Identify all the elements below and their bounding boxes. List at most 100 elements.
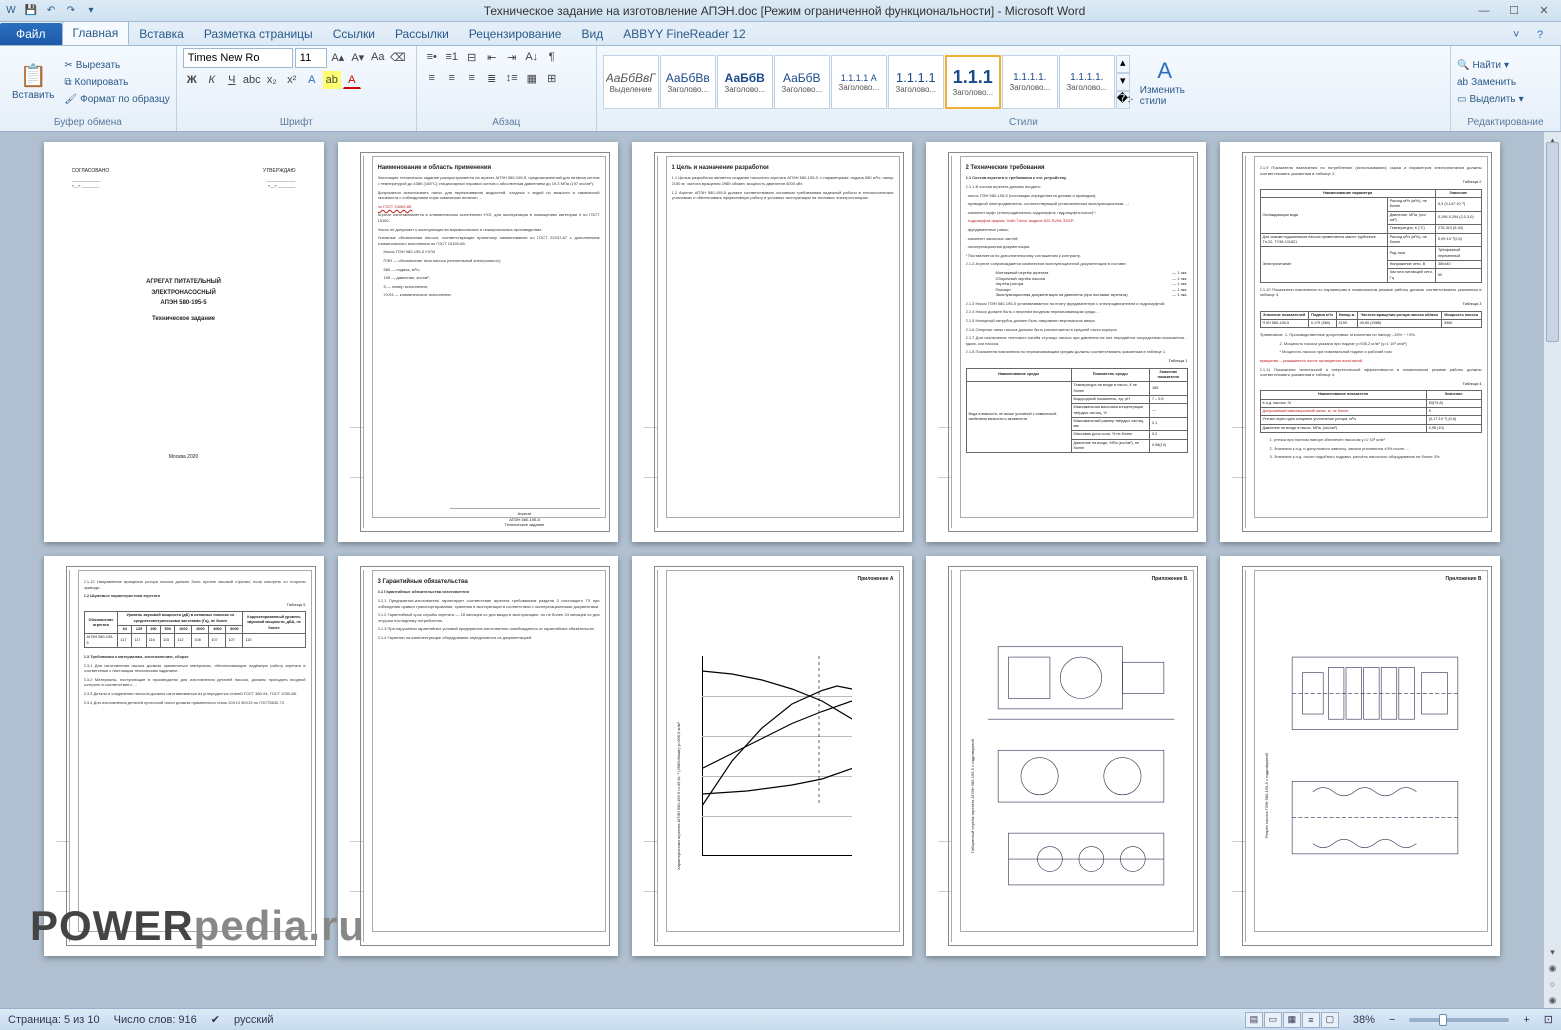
view-read-icon[interactable]: ▭ xyxy=(1264,1012,1282,1028)
style-item[interactable]: 1.1.1.1Заголово... xyxy=(888,55,944,109)
zoom-out-icon[interactable]: − xyxy=(1389,1014,1395,1026)
style-item[interactable]: 1.1.1.1.Заголово... xyxy=(1059,55,1115,109)
subscript-icon[interactable]: x₂ xyxy=(263,71,281,89)
view-web-icon[interactable]: ▦ xyxy=(1283,1012,1301,1028)
superscript-icon[interactable]: x² xyxy=(283,71,301,89)
replace-button[interactable]: abЗаменить xyxy=(1457,74,1524,90)
zoom-fit-icon[interactable]: ⊡ xyxy=(1544,1013,1553,1026)
style-item[interactable]: 1.1.1Заголово... xyxy=(945,55,1001,109)
align-left-icon[interactable]: ≡ xyxy=(423,69,441,87)
tab-mailings[interactable]: Рассылки xyxy=(385,23,459,45)
font-family-select[interactable]: Times New Ro xyxy=(183,48,293,68)
file-tab[interactable]: Файл xyxy=(0,23,62,45)
font-grow-icon[interactable]: A▴ xyxy=(329,48,347,66)
prev-page-icon[interactable]: ◉ xyxy=(1544,960,1561,976)
styles-scroll-up[interactable]: ▴ xyxy=(1116,55,1130,73)
align-justify-icon[interactable]: ≣ xyxy=(483,69,501,87)
save-icon[interactable]: 💾 xyxy=(22,2,40,20)
select-button[interactable]: ▭Выделить▾ xyxy=(1457,91,1524,107)
style-item[interactable]: 1.1.1.1.Заголово... xyxy=(1002,55,1058,109)
status-lang[interactable]: русский xyxy=(234,1014,273,1026)
indent-inc-icon[interactable]: ⇥ xyxy=(503,48,521,66)
sort-icon[interactable]: A↓ xyxy=(523,48,541,66)
numbering-icon[interactable]: ≡1 xyxy=(443,48,461,66)
borders-icon[interactable]: ⊞ xyxy=(543,69,561,87)
minimize-button[interactable]: — xyxy=(1469,1,1499,21)
styles-scroll-down[interactable]: ▾ xyxy=(1116,73,1130,91)
scroll-thumb[interactable] xyxy=(1546,142,1559,342)
tab-abbyy[interactable]: ABBYY FineReader 12 xyxy=(613,23,756,45)
styles-expand[interactable]: �჻ xyxy=(1116,91,1130,109)
scroll-down-icon[interactable]: ▾ xyxy=(1544,944,1561,960)
maximize-button[interactable]: ☐ xyxy=(1499,1,1529,21)
pilcrow-icon[interactable]: ¶ xyxy=(543,48,561,66)
multilevel-icon[interactable]: ⊟ xyxy=(463,48,481,66)
find-button[interactable]: 🔍Найти▾ xyxy=(1457,57,1524,73)
shading-icon[interactable]: ▦ xyxy=(523,69,541,87)
zoom-slider[interactable] xyxy=(1409,1018,1509,1022)
style-item[interactable]: 1.1.1.1 АЗаголово... xyxy=(831,55,887,109)
page-thumbnail[interactable]: 1 Цель и назначение разработки 1.1 Целью… xyxy=(632,142,912,542)
help-icon[interactable]: ? xyxy=(1537,29,1553,45)
page-thumbnail[interactable]: 2.1.12 Направление вращения ротора насос… xyxy=(44,556,324,956)
tab-view[interactable]: Вид xyxy=(571,23,613,45)
page-thumbnail[interactable]: 3 Гарантийные обязательства 3.1 Гарантий… xyxy=(338,556,618,956)
page-thumbnail[interactable]: Наименование и область применения Настоя… xyxy=(338,142,618,542)
status-words[interactable]: Число слов: 916 xyxy=(114,1014,197,1026)
ribbon-tab-strip: Файл Главная Вставка Разметка страницы С… xyxy=(0,22,1561,46)
page-thumbnail[interactable]: Приложение В Разрез насоса ПЭН 580-195-5… xyxy=(1220,556,1500,956)
change-case-icon[interactable]: Aa xyxy=(369,48,387,66)
tab-layout[interactable]: Разметка страницы xyxy=(194,23,323,45)
line-spacing-icon[interactable]: ↕≡ xyxy=(503,69,521,87)
style-item[interactable]: АаБбВЗаголово... xyxy=(774,55,830,109)
ribbon-minimize-icon[interactable]: ˅ xyxy=(1513,29,1529,45)
tab-review[interactable]: Рецензирование xyxy=(459,23,572,45)
strike-icon[interactable]: abc xyxy=(243,71,261,89)
style-item[interactable]: АаБбВвГВыделение xyxy=(603,55,659,109)
page-thumbnail[interactable]: 2.1.9 Показатели назначения по потреблен… xyxy=(1220,142,1500,542)
status-page[interactable]: Страница: 5 из 10 xyxy=(8,1014,100,1026)
italic-icon[interactable]: К xyxy=(203,71,221,89)
font-size-select[interactable]: 11 xyxy=(295,48,327,68)
styles-gallery[interactable]: АаБбВвГВыделение АаБбВвЗаголово... АаБбВ… xyxy=(603,55,1130,109)
bullets-icon[interactable]: ≡• xyxy=(423,48,441,66)
align-right-icon[interactable]: ≡ xyxy=(463,69,481,87)
view-draft-icon[interactable]: ▢ xyxy=(1321,1012,1339,1028)
document-canvas[interactable]: СОГЛАСОВАНО УТВЕРЖДАЮ __________________… xyxy=(0,132,1543,1008)
font-color-icon[interactable]: A xyxy=(343,71,361,89)
qat-dropdown-icon[interactable]: ▾ xyxy=(82,2,100,20)
close-button[interactable]: ✕ xyxy=(1529,1,1559,21)
next-page-icon[interactable]: ◉ xyxy=(1544,992,1561,1008)
format-painter-button[interactable]: 🖌Формат по образцу xyxy=(64,91,169,107)
undo-icon[interactable]: ↶ xyxy=(42,2,60,20)
copy-button[interactable]: ⧉Копировать xyxy=(64,74,169,90)
zoom-in-icon[interactable]: + xyxy=(1523,1014,1529,1026)
change-styles-button[interactable]: А Изменить стили xyxy=(1134,56,1196,109)
font-shrink-icon[interactable]: A▾ xyxy=(349,48,367,66)
tab-home[interactable]: Главная xyxy=(62,21,130,45)
browse-object-icon[interactable]: ○ xyxy=(1544,976,1561,992)
style-item[interactable]: АаБбВЗаголово... xyxy=(717,55,773,109)
cut-button[interactable]: ✂Вырезать xyxy=(64,57,169,73)
paste-button[interactable]: 📋 Вставить xyxy=(6,61,60,103)
proofing-icon[interactable]: ✔ xyxy=(211,1013,220,1026)
page-thumbnail[interactable]: Приложение Б Габаритный чертёж агрегата … xyxy=(926,556,1206,956)
highlight-icon[interactable]: ab xyxy=(323,71,341,89)
page-thumbnail[interactable]: СОГЛАСОВАНО УТВЕРЖДАЮ __________________… xyxy=(44,142,324,542)
bold-icon[interactable]: Ж xyxy=(183,71,201,89)
view-outline-icon[interactable]: ≡ xyxy=(1302,1012,1320,1028)
style-item[interactable]: АаБбВвЗаголово... xyxy=(660,55,716,109)
clear-format-icon[interactable]: ⌫ xyxy=(389,48,407,66)
underline-icon[interactable]: Ч xyxy=(223,71,241,89)
text-effects-icon[interactable]: A xyxy=(303,71,321,89)
zoom-level[interactable]: 38% xyxy=(1353,1014,1375,1026)
vertical-scrollbar[interactable]: ▴ ▾ ◉ ○ ◉ xyxy=(1543,132,1561,1008)
redo-icon[interactable]: ↷ xyxy=(62,2,80,20)
tab-insert[interactable]: Вставка xyxy=(129,23,194,45)
align-center-icon[interactable]: ≡ xyxy=(443,69,461,87)
indent-dec-icon[interactable]: ⇤ xyxy=(483,48,501,66)
page-thumbnail[interactable]: 2 Технические требования 2.1 Состав агре… xyxy=(926,142,1206,542)
view-print-icon[interactable]: ▤ xyxy=(1245,1012,1263,1028)
page-thumbnail[interactable]: Приложение А Характеристика агрегата АПЭ… xyxy=(632,556,912,956)
tab-references[interactable]: Ссылки xyxy=(323,23,385,45)
